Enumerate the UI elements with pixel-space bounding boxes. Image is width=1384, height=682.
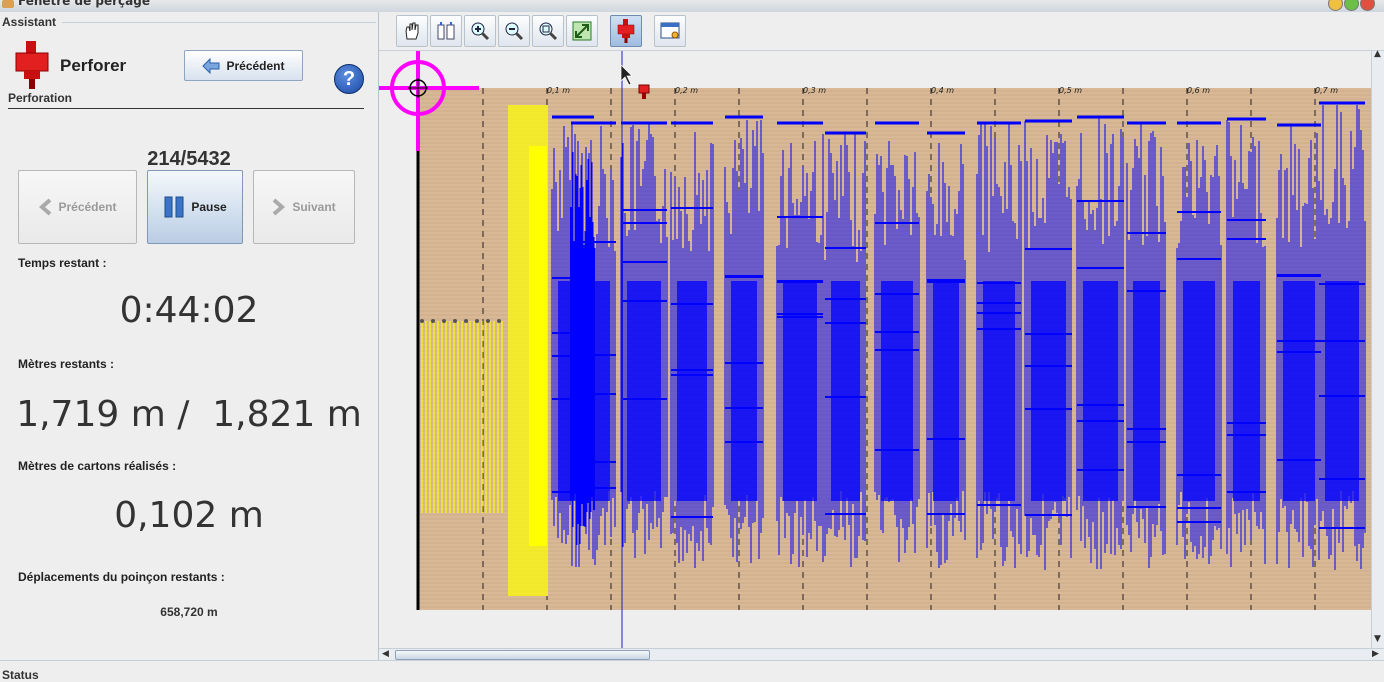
maximize-button[interactable]	[1344, 0, 1359, 11]
window-settings-icon	[660, 22, 680, 39]
window-title: Fenêtre de perçage	[18, 0, 150, 8]
ruler-label: 0,1 m	[547, 86, 570, 95]
chevron-left-icon	[39, 198, 52, 216]
zoom-in-icon	[471, 22, 490, 41]
meters-remaining-value: 1,719 m / 1,821 m	[16, 394, 362, 435]
fullscreen-icon	[572, 21, 592, 41]
zoom-out-icon	[505, 22, 524, 41]
cards-done-label: Mètres de cartons réalisés :	[18, 459, 177, 473]
assistant-section-title: Assistant	[2, 15, 57, 29]
divider	[62, 22, 376, 23]
punch-mode-button[interactable]	[610, 15, 642, 47]
zoom-in-button[interactable]	[464, 15, 496, 47]
hand-pan-button[interactable]	[396, 15, 428, 47]
perforation-plot[interactable]: 0,1 m 0,2 m 0,3 m 0,4 m 0,5 m 0,6 m 0,7 m	[379, 51, 1371, 648]
scroll-up-icon[interactable]: ▲	[1374, 49, 1381, 59]
zoom-fit-button[interactable]	[532, 15, 564, 47]
previous-label: Précédent	[58, 200, 117, 214]
chevron-right-icon	[273, 198, 286, 216]
mouse-cursor-icon	[620, 64, 633, 86]
help-label: ?	[342, 67, 356, 90]
pause-icon	[164, 196, 184, 218]
drilling-view-panel: 0,1 m 0,2 m 0,3 m 0,4 m 0,5 m 0,6 m 0,7 m ▲ ▼ …	[379, 12, 1384, 662]
time-remaining-value: 0:44:02	[119, 290, 259, 331]
next-label: Suivant	[292, 200, 336, 214]
punch-icon	[15, 41, 49, 89]
minimize-button[interactable]	[1328, 0, 1343, 11]
assistant-panel: Assistant Perforer Perforation Précédent…	[0, 12, 379, 660]
pause-label: Pause	[191, 200, 227, 214]
vertical-scrollbar[interactable]: ▲ ▼	[1371, 49, 1384, 648]
scroll-left-icon[interactable]: ◀	[382, 649, 389, 659]
cards-done-value: 0,102 m	[114, 495, 264, 536]
zoom-out-button[interactable]	[498, 15, 530, 47]
punch-moves-value: 658,720 m	[160, 605, 218, 619]
previous-step-label: Précédent	[226, 58, 285, 73]
ruler-label: 0,2 m	[675, 86, 698, 95]
app-icon	[2, 0, 14, 8]
ruler-label: 0,6 m	[1187, 86, 1210, 95]
ruler-label: 0,5 m	[1059, 86, 1082, 95]
window-settings-button[interactable]	[654, 15, 686, 47]
hand-pan-icon	[405, 22, 419, 40]
previous-step-button[interactable]: Précédent	[184, 50, 303, 81]
fullscreen-button[interactable]	[566, 15, 598, 47]
divider	[8, 108, 364, 109]
ruler-label: 0,3 m	[803, 86, 826, 95]
ruler-label: 0,4 m	[931, 86, 954, 95]
zoom-fit-icon	[539, 22, 558, 41]
previous-button[interactable]: Précédent	[18, 170, 137, 244]
horizontal-scroll-thumb[interactable]	[395, 650, 650, 660]
fit-page-button[interactable]	[430, 15, 462, 47]
close-button[interactable]	[1360, 0, 1375, 11]
help-button[interactable]: ?	[334, 64, 364, 94]
time-remaining-label: Temps restant :	[18, 256, 107, 270]
arrow-left-icon	[202, 57, 220, 74]
fit-page-icon	[437, 22, 455, 40]
scroll-down-icon[interactable]: ▼	[1374, 634, 1381, 644]
toolbar	[379, 12, 1384, 51]
next-button[interactable]: Suivant	[253, 170, 355, 244]
drilling-canvas[interactable]: 0,1 m 0,2 m 0,3 m 0,4 m 0,5 m 0,6 m 0,7 m	[379, 51, 1371, 648]
step-counter: 214/5432	[147, 148, 231, 170]
step-subtitle: Perforation	[8, 91, 73, 105]
ruler-label: 0,7 m	[1315, 86, 1338, 95]
status-bar: Status	[0, 660, 1384, 682]
punch-moves-label: Déplacements du poinçon restants :	[18, 570, 225, 584]
step-title: Perforer	[60, 56, 127, 75]
pause-button[interactable]: Pause	[147, 170, 243, 244]
scroll-right-icon[interactable]: ▶	[1372, 649, 1379, 659]
punch-mode-icon	[617, 19, 635, 43]
meters-remaining-label: Mètres restants :	[18, 357, 115, 371]
